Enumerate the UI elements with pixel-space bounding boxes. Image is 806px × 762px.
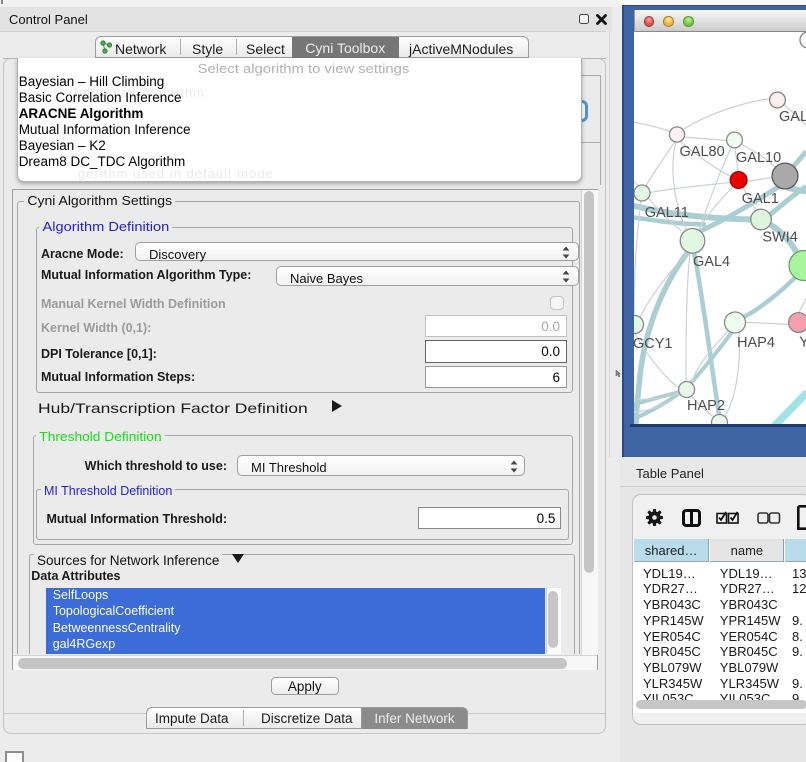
svg-text:GCY1: GCY1 [634, 336, 673, 352]
svg-text:GAL10: GAL10 [736, 150, 781, 166]
svg-text:GAL1: GAL1 [742, 191, 779, 207]
svg-text:SWI4: SWI4 [762, 229, 797, 245]
svg-text:GAL80: GAL80 [680, 144, 725, 160]
svg-text:GAL4: GAL4 [693, 254, 730, 270]
svg-text:GAL2: GAL2 [779, 109, 806, 125]
svg-text:GAL11: GAL11 [645, 204, 689, 220]
svg-text:HAP2: HAP2 [687, 398, 725, 414]
svg-text:Y: Y [799, 334, 806, 350]
svg-text:HAP4: HAP4 [737, 335, 775, 351]
